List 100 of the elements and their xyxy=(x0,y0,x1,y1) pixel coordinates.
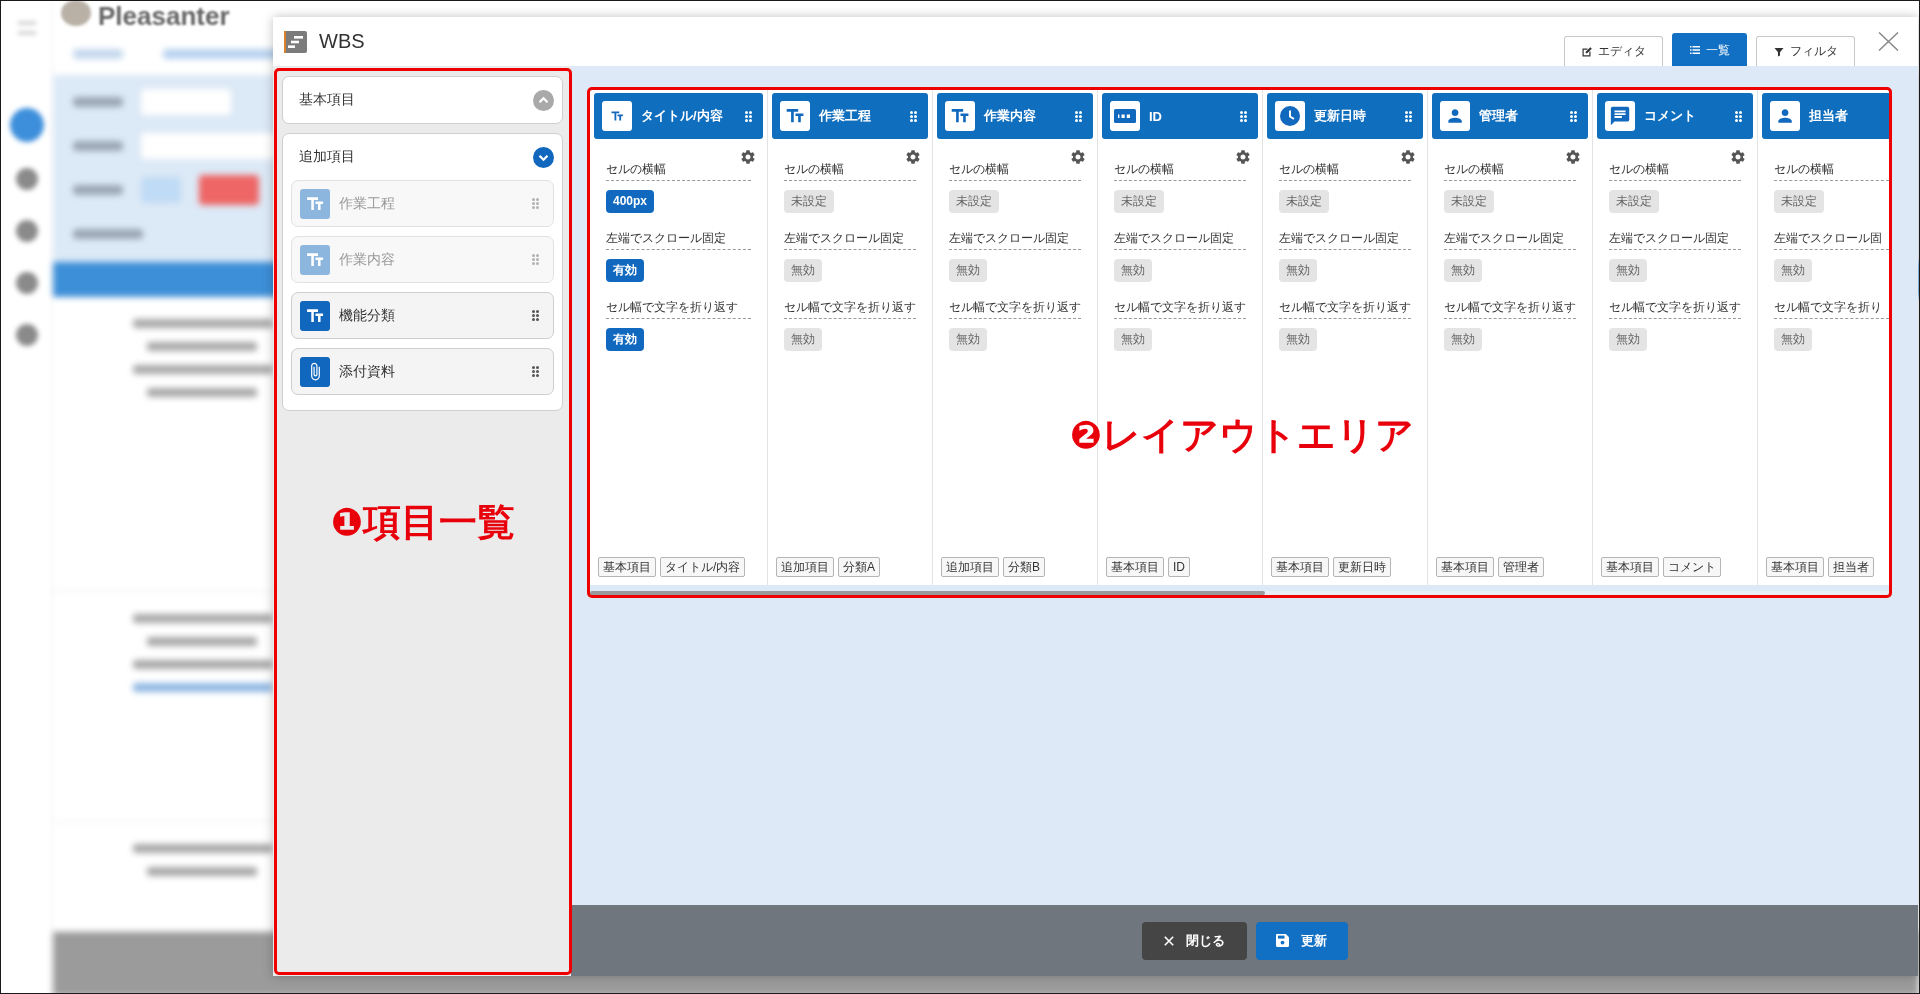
comment-icon xyxy=(1605,101,1635,131)
text-format-icon xyxy=(780,101,810,131)
field-item[interactable]: 添付資料 xyxy=(291,348,554,395)
column-source-tag: 基本項目 xyxy=(1106,557,1164,577)
setting-label: 左端でスクロール固定 xyxy=(1609,230,1741,250)
section-title: 追加項目 xyxy=(299,148,355,166)
column-title: 作業内容 xyxy=(984,107,1036,125)
person-icon xyxy=(1440,101,1470,131)
person-icon xyxy=(1770,101,1800,131)
setting-label: セル幅で文字を折り返す xyxy=(1114,299,1246,319)
setting-value-badge[interactable]: 無効 xyxy=(784,328,822,351)
text-format-icon xyxy=(300,300,330,331)
setting-value-badge[interactable]: 未設定 xyxy=(784,190,834,213)
drag-handle-icon[interactable] xyxy=(1405,110,1412,122)
setting-label: セルの横幅 xyxy=(606,161,751,181)
column-source-tag: 追加項目 xyxy=(776,557,834,577)
drag-handle-icon[interactable] xyxy=(1735,110,1742,122)
column-title: 更新日時 xyxy=(1314,107,1366,125)
setting-label: 左端でスクロール固定 xyxy=(784,230,916,250)
setting-value-badge[interactable]: 無効 xyxy=(949,328,987,351)
gantt-chart-icon xyxy=(284,30,307,53)
setting-value-badge[interactable]: 無効 xyxy=(1774,328,1812,351)
setting-value-badge[interactable]: 無効 xyxy=(1114,259,1152,282)
setting-value-badge[interactable]: 未設定 xyxy=(1444,190,1494,213)
settings-icon[interactable] xyxy=(1566,150,1580,164)
setting-value-badge[interactable]: 無効 xyxy=(784,259,822,282)
column-title: タイトル/内容 xyxy=(641,107,723,125)
setting-label: セルの横幅 xyxy=(784,161,916,181)
horizontal-scrollbar[interactable] xyxy=(590,591,1889,595)
column-source-tag: 基本項目 xyxy=(1436,557,1494,577)
close-icon[interactable] xyxy=(1878,32,1899,51)
setting-label: セル幅で文字を折り返す xyxy=(949,299,1081,319)
number-field-icon xyxy=(1110,101,1140,131)
setting-value-badge[interactable]: 無効 xyxy=(1609,259,1647,282)
setting-label: 左端でスクロール固定 xyxy=(1444,230,1576,250)
paperclip-icon xyxy=(300,356,330,387)
text-format-icon xyxy=(300,188,330,219)
setting-label: 左端でスクロール固定 xyxy=(1279,230,1411,250)
setting-value-badge[interactable]: 無効 xyxy=(1444,328,1482,351)
setting-value-badge[interactable]: 無効 xyxy=(1609,328,1647,351)
setting-value-badge[interactable]: 未設定 xyxy=(1279,190,1329,213)
column-source-tag: 担当者 xyxy=(1828,557,1874,577)
setting-value-badge[interactable]: 無効 xyxy=(1279,259,1317,282)
field-item[interactable]: 機能分類 xyxy=(291,292,554,339)
setting-value-badge[interactable]: 未設定 xyxy=(949,190,999,213)
setting-value-badge[interactable]: 無効 xyxy=(1114,328,1152,351)
column-source-tag: 追加項目 xyxy=(941,557,999,577)
setting-label: セルの横幅 xyxy=(1444,161,1576,181)
setting-label: セル幅で文字を折り返す xyxy=(1444,299,1576,319)
column-source-tag: ID xyxy=(1168,557,1190,577)
drag-handle-icon[interactable] xyxy=(1570,110,1577,122)
close-icon xyxy=(1163,935,1174,946)
setting-label: セル幅で文字を折り返す xyxy=(1279,299,1411,319)
settings-icon[interactable] xyxy=(906,150,920,164)
setting-label: 左端でスクロール固定 xyxy=(606,230,751,250)
setting-value-badge[interactable]: 有効 xyxy=(606,259,644,282)
setting-value-badge[interactable]: 400px xyxy=(606,190,655,213)
clock-icon xyxy=(1275,101,1305,131)
setting-label: セルの横幅 xyxy=(1114,161,1246,181)
setting-value-badge[interactable]: 有効 xyxy=(606,328,644,351)
drag-handle-icon[interactable] xyxy=(1240,110,1247,122)
drag-handle-icon[interactable] xyxy=(745,110,752,122)
setting-value-badge[interactable]: 無効 xyxy=(949,259,987,282)
update-button[interactable]: 更新 xyxy=(1255,921,1348,960)
setting-value-badge[interactable]: 未設定 xyxy=(1114,190,1164,213)
text-format-icon xyxy=(945,101,975,131)
view-tab[interactable]: フィルタ xyxy=(1756,36,1855,66)
list-icon xyxy=(1689,44,1701,56)
column-source-tag: コメント xyxy=(1663,557,1721,577)
setting-label: セル幅で文字を折り返す xyxy=(606,299,751,319)
settings-icon[interactable] xyxy=(1401,150,1415,164)
view-tab[interactable]: 一覧 xyxy=(1672,33,1747,66)
setting-value-badge[interactable]: 未設定 xyxy=(1774,190,1824,213)
settings-icon[interactable] xyxy=(1731,150,1745,164)
drag-handle-icon[interactable] xyxy=(532,366,539,377)
settings-icon[interactable] xyxy=(741,150,755,164)
drag-handle-icon[interactable] xyxy=(910,110,917,122)
logo-avatar-icon xyxy=(61,1,91,26)
close-dialog-button[interactable]: 閉じる xyxy=(1141,921,1247,960)
setting-label: 左端でスクロール固定 xyxy=(949,230,1081,250)
column-source-tag: 分類A xyxy=(838,557,880,577)
setting-value-badge[interactable]: 未設定 xyxy=(1609,190,1659,213)
settings-icon[interactable] xyxy=(1071,150,1085,164)
view-tab[interactable]: エディタ xyxy=(1564,36,1663,66)
setting-value-badge[interactable]: 無効 xyxy=(1774,259,1812,282)
column-source-tag: 管理者 xyxy=(1498,557,1544,577)
setting-label: 左端でスクロール固定 xyxy=(1114,230,1246,250)
setting-label: セルの横幅 xyxy=(949,161,1081,181)
chevron-down-icon[interactable] xyxy=(533,146,554,168)
section-title: 基本項目 xyxy=(299,91,355,109)
drag-handle-icon[interactable] xyxy=(532,310,539,321)
column-source-tag: 基本項目 xyxy=(1271,557,1329,577)
title-text-icon xyxy=(602,101,632,131)
drag-handle-icon[interactable] xyxy=(1075,110,1082,122)
setting-value-badge[interactable]: 無効 xyxy=(1444,259,1482,282)
column-title: 担当者 xyxy=(1809,107,1848,125)
setting-label: セル幅で文字を折り返す xyxy=(1609,299,1741,319)
settings-icon[interactable] xyxy=(1236,150,1250,164)
setting-value-badge[interactable]: 無効 xyxy=(1279,328,1317,351)
column-source-tag: 基本項目 xyxy=(1601,557,1659,577)
